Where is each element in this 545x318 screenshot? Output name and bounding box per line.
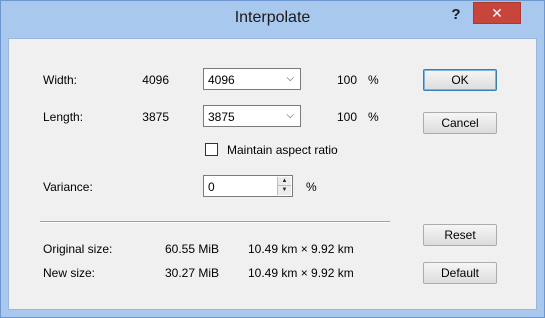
variance-label: Variance: (43, 180, 93, 194)
new-size-value: 30.27 MiB (164, 266, 219, 280)
close-icon: ✕ (491, 5, 503, 21)
width-select[interactable]: 4096 ⌵ (203, 68, 301, 90)
length-select-value: 3875 (208, 110, 235, 124)
original-size-label: Original size: (43, 242, 113, 256)
width-percent-unit: % (368, 73, 379, 87)
variance-unit: % (306, 180, 317, 194)
default-button[interactable]: Default (423, 262, 497, 284)
variance-value: 0 (208, 180, 215, 194)
length-label: Length: (43, 110, 84, 124)
new-size-label: New size: (43, 266, 96, 280)
original-size-value: 60.55 MiB (164, 242, 219, 256)
variance-input[interactable]: 0 ▲ ▼ (203, 175, 293, 197)
dialog-body: Width: 4096 4096 ⌵ 100 % Length: 3875 38… (8, 38, 537, 310)
close-button[interactable]: ✕ (473, 2, 521, 24)
width-percent: 100 (336, 73, 357, 87)
dialog-window: Interpolate ? ✕ Width: 4096 4096 ⌵ 100 %… (0, 0, 545, 318)
chevron-down-icon: ⌵ (286, 110, 294, 121)
width-current-value: 4096 (142, 73, 169, 87)
chevron-down-icon: ⌵ (286, 73, 294, 84)
cancel-button[interactable]: Cancel (423, 112, 497, 134)
maintain-aspect-checkbox[interactable] (205, 143, 218, 156)
variance-spinner: ▲ ▼ (277, 177, 291, 195)
ok-button[interactable]: OK (423, 69, 497, 91)
help-button[interactable]: ? (443, 4, 469, 26)
divider (40, 221, 390, 223)
reset-button[interactable]: Reset (423, 224, 497, 246)
length-select[interactable]: 3875 ⌵ (203, 105, 301, 127)
new-size-dimensions: 10.49 km × 9.92 km (248, 266, 354, 280)
length-percent-unit: % (368, 110, 379, 124)
width-select-value: 4096 (208, 73, 235, 87)
length-percent: 100 (336, 110, 357, 124)
length-current-value: 3875 (142, 110, 169, 124)
width-label: Width: (43, 73, 78, 87)
maintain-aspect-label: Maintain aspect ratio (227, 143, 338, 157)
title-bar[interactable]: Interpolate ? ✕ (1, 1, 544, 38)
original-size-dimensions: 10.49 km × 9.92 km (248, 242, 354, 256)
spin-up-icon[interactable]: ▲ (278, 177, 291, 186)
spin-down-icon[interactable]: ▼ (278, 186, 291, 195)
